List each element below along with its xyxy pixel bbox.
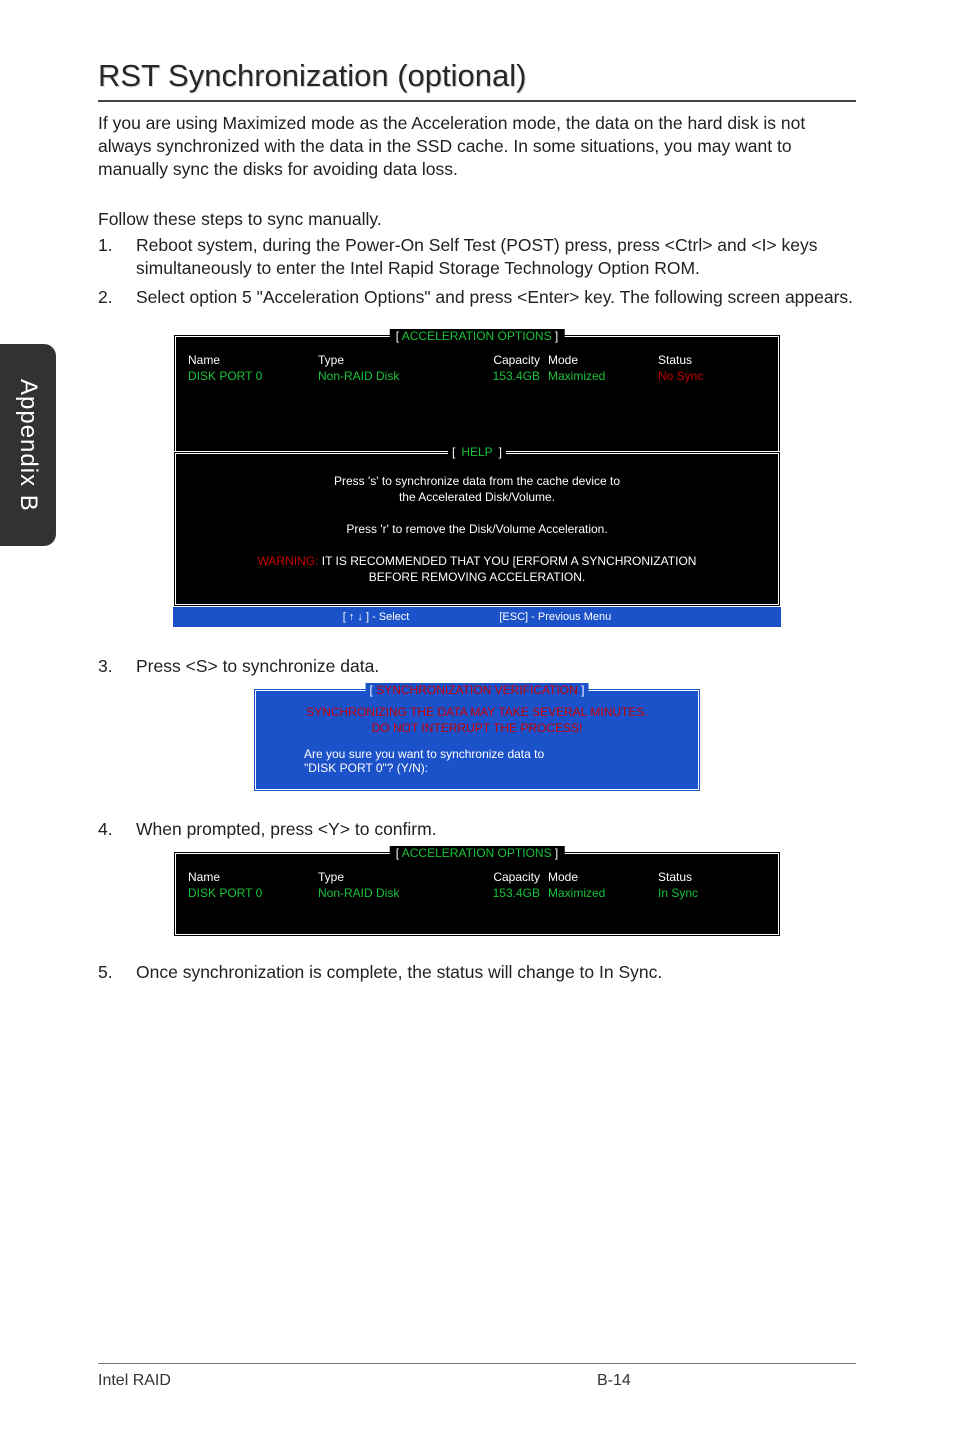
bios1-warning-line2: BEFORE REMOVING ACCELERATION. — [188, 570, 766, 584]
bios2-r-status: In Sync — [658, 886, 758, 900]
bios1-warning-line: WARNING: IT IS RECOMMENDED THAT YOU [ERF… — [188, 554, 766, 568]
bios2-title: [ ACCELERATION OPTIONS ] — [390, 846, 565, 860]
bios1-h-capacity: Capacity — [468, 353, 548, 367]
bios2-header-row: Name Type Capacity Mode Status — [188, 870, 766, 884]
page-title: RST Synchronization (optional) — [98, 58, 856, 102]
bios1-help-panel: [HELP] Press 's' to synchronize data fro… — [173, 451, 781, 607]
follow-line: Follow these steps to sync manually. — [98, 209, 856, 230]
footer-page-number: B-14 — [357, 1372, 856, 1390]
bios2-h-status: Status — [658, 870, 758, 884]
bios1-r-status: No Sync — [658, 369, 758, 383]
bios1-help-title-text: HELP — [455, 445, 498, 459]
bios1-footer: [ ↑ ↓ ] - Select [ESC] - Previous Menu — [173, 607, 781, 627]
intro-paragraph: If you are using Maximized mode as the A… — [98, 112, 856, 181]
bios1-help-title: [HELP] — [448, 445, 506, 459]
bios2-h-mode: Mode — [548, 870, 658, 884]
bios-screenshot-2: [ ACCELERATION OPTIONS ] Name Type Capac… — [173, 851, 781, 937]
bios2-r-capacity: 153.4GB — [468, 886, 548, 900]
bios1-r-mode: Maximized — [548, 369, 658, 383]
bios2-r-mode: Maximized — [548, 886, 658, 900]
bios2-h-capacity: Capacity — [468, 870, 548, 884]
bios2-panel: [ ACCELERATION OPTIONS ] Name Type Capac… — [173, 851, 781, 937]
sync-title: [ SYNCHRONIZATION VERIFICATION ] — [366, 683, 589, 697]
bios1-help-l3: Press 'r' to remove the Disk/Volume Acce… — [188, 522, 766, 536]
bios1-h-type: Type — [318, 353, 468, 367]
footer-left: Intel RAID — [98, 1372, 357, 1390]
step-1: Reboot system, during the Power-On Self … — [98, 234, 856, 280]
bios2-r-type: Non-RAID Disk — [318, 886, 468, 900]
bios1-h-status: Status — [658, 353, 758, 367]
bios1-title-text: ACCELERATION OPTIONS — [402, 329, 552, 343]
bios1-footer-left: [ ↑ ↓ ] - Select — [343, 611, 410, 623]
step-5: Once synchronization is complete, the st… — [98, 961, 856, 984]
step-4: When prompted, press <Y> to confirm. — [98, 818, 856, 841]
bios1-header-row: Name Type Capacity Mode Status — [188, 353, 766, 367]
bios1-help-l1: Press 's' to synchronize data from the c… — [188, 474, 766, 488]
bios1-data-row: DISK PORT 0 Non-RAID Disk 153.4GB Maximi… — [188, 369, 766, 383]
sync-verification-box: [ SYNCHRONIZATION VERIFICATION ] SYNCHRO… — [253, 688, 701, 792]
bios1-title: [ ACCELERATION OPTIONS ] — [390, 329, 565, 343]
bios-screenshot-1: [ ACCELERATION OPTIONS ] Name Type Capac… — [173, 334, 781, 627]
bios1-r-capacity: 153.4GB — [468, 369, 548, 383]
page-footer: Intel RAID B-14 — [98, 1363, 856, 1390]
bios2-data-row: DISK PORT 0 Non-RAID Disk 153.4GB Maximi… — [188, 886, 766, 900]
bios1-h-name: Name — [188, 353, 318, 367]
sync-l1: SYNCHRONIZING THE DATA MAY TAKE SEVERAL … — [274, 705, 680, 719]
bios1-warning-prefix: WARNING: — [258, 554, 319, 568]
step-2: Select option 5 "Acceleration Options" a… — [98, 286, 856, 309]
bios1-h-mode: Mode — [548, 353, 658, 367]
bios2-title-text: ACCELERATION OPTIONS — [402, 846, 552, 860]
sync-l2: DO NOT INTERRUPT THE PROCESS! — [274, 721, 680, 735]
sync-l4: "DISK PORT 0"? (Y/N): — [274, 761, 680, 775]
bios2-h-name: Name — [188, 870, 318, 884]
bios1-footer-right: [ESC] - Previous Menu — [499, 611, 611, 623]
bios1-warning-rest: IT IS RECOMMENDED THAT YOU [ERFORM A SYN… — [318, 554, 696, 568]
bios2-r-name: DISK PORT 0 — [188, 886, 318, 900]
bios2-h-type: Type — [318, 870, 468, 884]
sync-panel: [ SYNCHRONIZATION VERIFICATION ] SYNCHRO… — [253, 688, 701, 792]
sync-title-text: SYNCHRONIZATION VERIFICATION — [376, 683, 578, 697]
bios1-help-l2: the Accelerated Disk/Volume. — [188, 490, 766, 504]
bios1-top-panel: [ ACCELERATION OPTIONS ] Name Type Capac… — [173, 334, 781, 454]
sync-l3: Are you sure you want to synchronize dat… — [274, 747, 680, 761]
bios1-r-name: DISK PORT 0 — [188, 369, 318, 383]
bios1-r-type: Non-RAID Disk — [318, 369, 468, 383]
step-3: Press <S> to synchronize data. — [98, 655, 856, 678]
